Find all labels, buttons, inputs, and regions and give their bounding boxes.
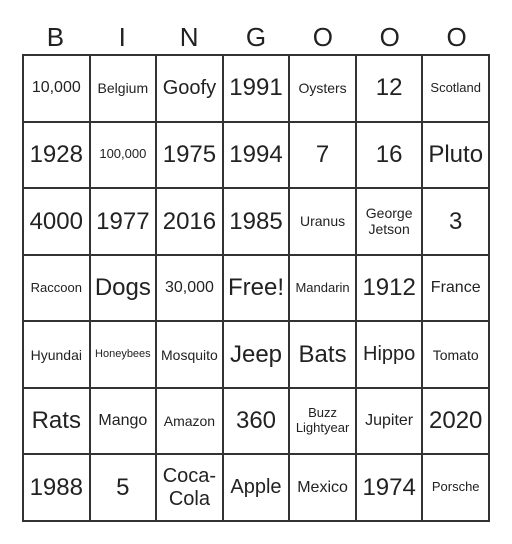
header-letter-o2: O bbox=[379, 22, 400, 52]
bingo-cell[interactable]: Pluto bbox=[422, 121, 489, 189]
bingo-cell[interactable]: Tomato bbox=[422, 321, 489, 388]
header-letter-o3: O bbox=[446, 22, 467, 52]
bingo-cell[interactable]: 3 bbox=[422, 188, 489, 255]
bingo-cell[interactable]: Mosquito bbox=[156, 321, 223, 388]
bingo-cell[interactable]: 360 bbox=[222, 387, 290, 455]
bingo-cell[interactable]: 30,000 bbox=[156, 254, 223, 322]
bingo-cell[interactable]: Bats bbox=[289, 321, 356, 388]
bingo-cell[interactable]: Goofy bbox=[156, 55, 223, 122]
bingo-cell[interactable]: Mandarin bbox=[289, 254, 356, 322]
bingo-header: B I N G O O O bbox=[22, 20, 490, 54]
bingo-cell[interactable]: 1974 bbox=[355, 454, 423, 521]
bingo-cell[interactable]: 1912 bbox=[355, 254, 423, 322]
bingo-cell[interactable]: 7 bbox=[289, 121, 356, 189]
bingo-cell[interactable]: Scotland bbox=[422, 55, 489, 122]
free-space-cell[interactable]: Free! bbox=[222, 254, 290, 322]
bingo-cell[interactable]: 1977 bbox=[89, 188, 157, 255]
header-letter-o1: O bbox=[312, 22, 333, 52]
bingo-cell[interactable]: Jupiter bbox=[355, 387, 423, 455]
bingo-cell[interactable]: Porsche bbox=[422, 454, 489, 521]
bingo-cell[interactable]: 1988 bbox=[23, 454, 90, 521]
bingo-cell[interactable]: 2020 bbox=[422, 387, 489, 455]
bingo-cell[interactable]: 1991 bbox=[222, 55, 290, 122]
bingo-cell[interactable]: France bbox=[422, 254, 489, 322]
bingo-cell[interactable]: 5 bbox=[89, 454, 157, 521]
bingo-cell[interactable]: 1994 bbox=[222, 121, 290, 189]
bingo-cell[interactable]: Hyundai bbox=[23, 321, 90, 388]
bingo-cell[interactable]: Uranus bbox=[289, 188, 356, 255]
header-letter-b: B bbox=[46, 22, 65, 52]
bingo-cell[interactable]: Belgium bbox=[89, 55, 157, 122]
bingo-cell[interactable]: Dogs bbox=[89, 254, 157, 322]
bingo-cell[interactable]: Mexico bbox=[289, 454, 356, 521]
bingo-cell[interactable]: 100,000 bbox=[89, 121, 157, 189]
bingo-cell[interactable]: Oysters bbox=[289, 55, 356, 122]
bingo-cell[interactable]: Coca- Cola bbox=[156, 454, 223, 521]
bingo-cell[interactable]: 1975 bbox=[156, 121, 223, 189]
header-letter-n: N bbox=[179, 22, 199, 52]
bingo-cell[interactable]: 1985 bbox=[222, 188, 290, 255]
bingo-cell[interactable]: George Jetson bbox=[355, 188, 423, 255]
bingo-cell[interactable]: 10,000 bbox=[23, 55, 90, 122]
bingo-cell[interactable]: Hippo bbox=[355, 321, 423, 388]
bingo-cell[interactable]: 12 bbox=[355, 55, 423, 122]
bingo-cell[interactable]: Jeep bbox=[222, 321, 290, 388]
bingo-cell[interactable]: 1928 bbox=[23, 121, 90, 189]
header-letter-i: I bbox=[118, 22, 126, 52]
bingo-cell[interactable]: Raccoon bbox=[23, 254, 90, 322]
bingo-board: 10,000 Belgium Goofy 1991 Oysters 12 Sco… bbox=[22, 54, 490, 522]
header-letter-g: G bbox=[245, 22, 267, 52]
bingo-cell[interactable]: Mango bbox=[89, 387, 157, 455]
bingo-cell[interactable]: Rats bbox=[23, 387, 90, 455]
bingo-cell[interactable]: Honeybees bbox=[89, 321, 157, 388]
bingo-cell[interactable]: Amazon bbox=[156, 387, 223, 455]
bingo-cell[interactable]: 4000 bbox=[23, 188, 90, 255]
bingo-cell[interactable]: Apple bbox=[222, 454, 290, 521]
bingo-cell[interactable]: Buzz Lightyear bbox=[289, 387, 356, 455]
bingo-cell[interactable]: 2016 bbox=[156, 188, 223, 255]
bingo-cell[interactable]: 16 bbox=[355, 121, 423, 189]
